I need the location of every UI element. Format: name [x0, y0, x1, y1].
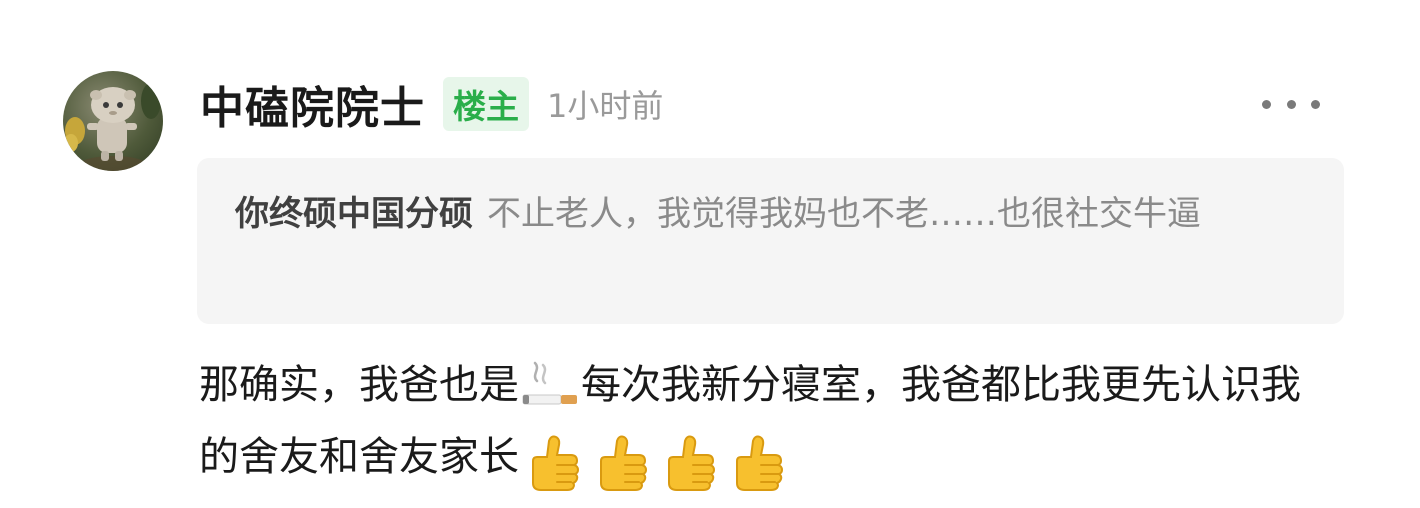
comment-header: 中磕院院士 楼主 1小时前 — [200, 76, 664, 134]
thumbs-up-emoji-icon — [727, 431, 787, 491]
thumbs-up-emoji-icon — [659, 431, 719, 491]
thumbs-up-group — [523, 423, 795, 495]
reply-text-part1: 那确实，我爸也是 — [199, 362, 519, 408]
comment-card: 中磕院院士 楼主 1小时前 你终硕中国分硕 不止老人，我觉得我妈也不老……也很社交… — [0, 0, 1420, 508]
reply-text: 那确实，我爸也是 每次我新分寝室，我爸都比我更先认识我的舍友和舍友家长 — [199, 349, 1319, 495]
thumbs-up-emoji-icon — [591, 431, 651, 491]
op-badge: 楼主 — [443, 77, 529, 131]
quoted-comment[interactable]: 你终硕中国分硕 不止老人，我觉得我妈也不老……也很社交牛逼 — [197, 158, 1344, 324]
more-dot — [1262, 99, 1271, 109]
timestamp: 1小时前 — [547, 87, 664, 125]
more-dot — [1286, 99, 1296, 109]
quote-text-block: 你终硕中国分硕 不止老人，我觉得我妈也不老……也很社交牛逼 — [235, 186, 1308, 242]
quote-body: 不止老人，我觉得我妈也不老……也很社交牛逼 — [487, 194, 1201, 234]
more-dots-icon[interactable] — [1262, 88, 1320, 120]
username[interactable]: 中磕院院士 — [200, 72, 425, 136]
quote-author[interactable]: 你终硕中国分硕 — [235, 194, 473, 234]
thumbs-up-emoji-icon — [523, 431, 583, 491]
cigarette-emoji-icon — [519, 359, 581, 415]
avatar-figure-icon — [64, 83, 161, 171]
more-dot — [1311, 99, 1320, 109]
avatar[interactable] — [63, 71, 163, 171]
